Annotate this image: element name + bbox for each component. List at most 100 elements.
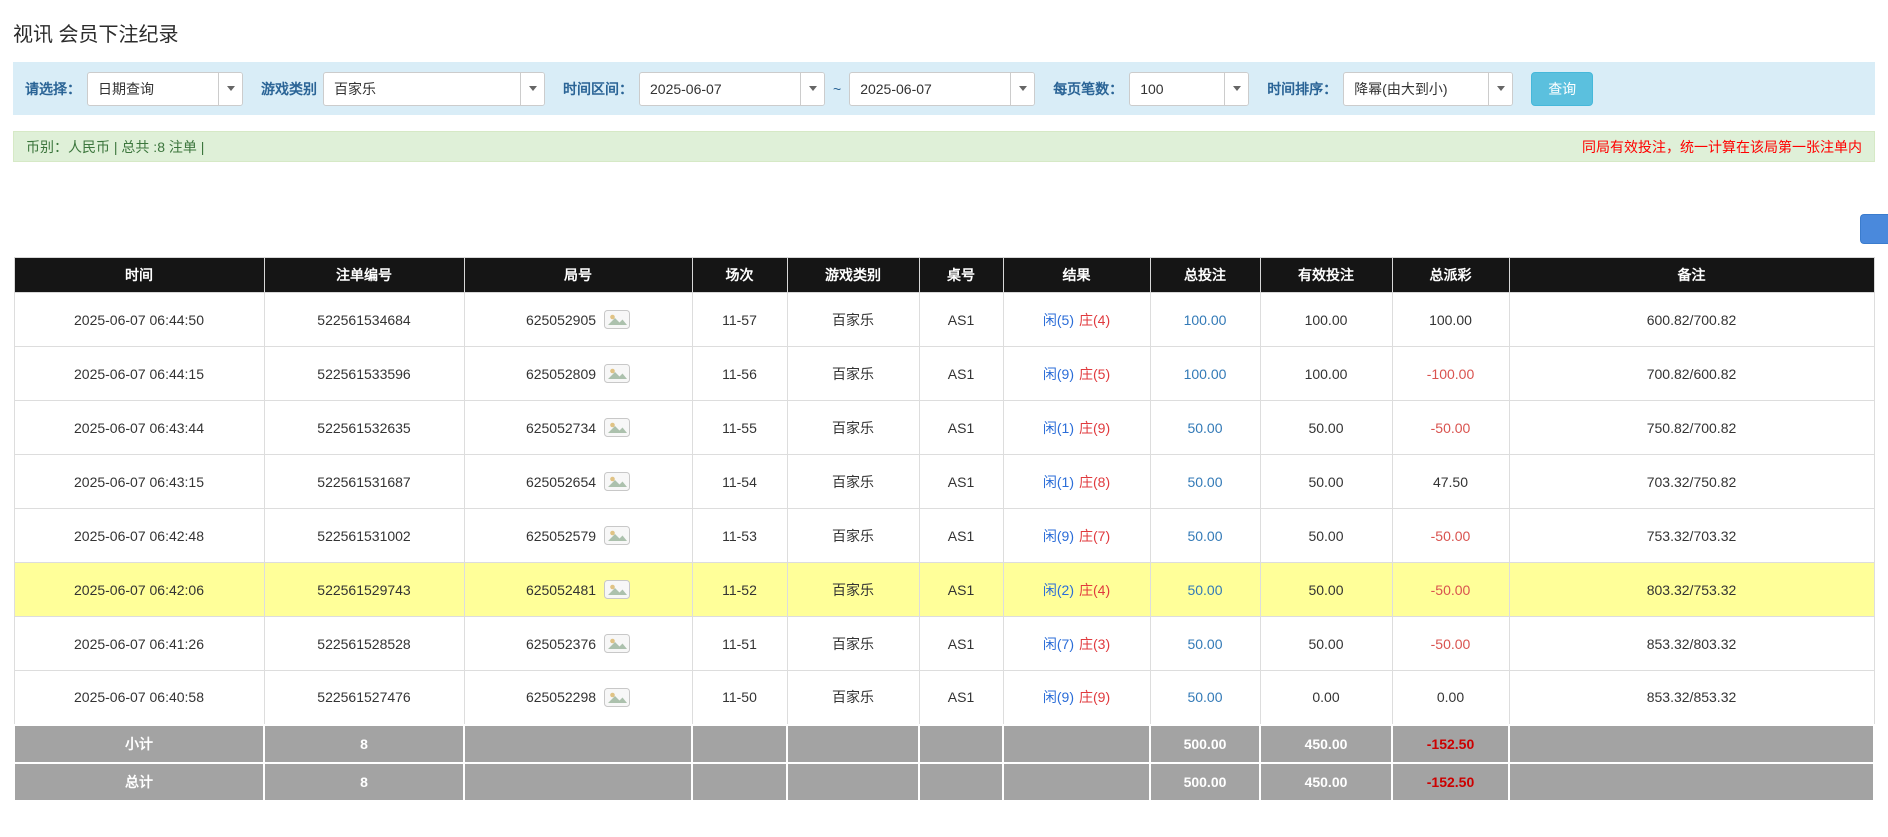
table-row: 2025-06-07 06:41:26 522561528528 6250523… [14,617,1874,671]
chevron-down-icon [1224,73,1248,105]
sort-order-value: 降幂(由大到小) [1344,73,1488,105]
page-size-select[interactable]: 100 [1129,72,1249,106]
valid-bet-cell: 100.00 [1260,293,1392,347]
session-cell: 11-54 [692,455,787,509]
chevron-down-icon [218,73,242,105]
time-cell: 2025-06-07 06:43:15 [14,455,264,509]
chevron-down-icon [1010,73,1034,105]
bet-records-table: 时间注单编号局号场次游戏类别桌号结果总投注有效投注总派彩备注 2025-06-0… [13,257,1875,802]
video-replay-icon[interactable] [604,580,630,599]
summary-label: 小计 [14,725,264,763]
total-bet-link[interactable]: 50.00 [1187,474,1222,490]
video-replay-icon[interactable] [604,418,630,437]
date-from-value: 2025-06-07 [640,73,800,105]
video-replay-icon[interactable] [604,310,630,329]
payout-cell: -50.00 [1392,563,1509,617]
game-type-select[interactable]: 百家乐 [323,72,545,106]
result-cell: 闲(5)庄(4) [1003,293,1150,347]
video-replay-icon[interactable] [604,634,630,653]
total-bet-link[interactable]: 50.00 [1187,689,1222,705]
video-replay-icon[interactable] [604,688,630,707]
column-header: 备注 [1509,258,1874,293]
round-no-cell: 625052905 [464,293,692,347]
video-replay-icon[interactable] [604,364,630,383]
total-bet-cell: 50.00 [1150,401,1260,455]
table-no-cell: AS1 [919,617,1003,671]
summary-valid-bet: 450.00 [1260,763,1392,801]
note-cell: 853.32/853.32 [1509,671,1874,725]
game-type-cell: 百家乐 [787,347,919,401]
table-no-cell: AS1 [919,671,1003,725]
column-header: 总投注 [1150,258,1260,293]
total-bet-link[interactable]: 100.00 [1184,312,1227,328]
total-bet-link[interactable]: 50.00 [1187,528,1222,544]
round-no-cell: 625052809 [464,347,692,401]
game-type-label: 游戏类别 [261,79,317,99]
query-type-select[interactable]: 日期查询 [87,72,243,106]
info-bar: 币别：人民币 | 总共 :8 注单 | 同局有效投注，统一计算在该局第一张注单内 [13,131,1875,162]
chevron-down-icon [800,73,824,105]
result-banker: 庄(3) [1079,636,1110,652]
toolbar-row [13,214,1875,244]
page-title: 视讯 会员下注纪录 [13,18,1875,47]
bet-no-cell: 522561534684 [264,293,464,347]
result-player: 闲(9) [1043,366,1074,382]
table-no-cell: AS1 [919,347,1003,401]
result-banker: 庄(9) [1079,420,1110,436]
date-from-input[interactable]: 2025-06-07 [639,72,825,106]
result-cell: 闲(7)庄(3) [1003,617,1150,671]
game-type-cell: 百家乐 [787,455,919,509]
total-bet-link[interactable]: 50.00 [1187,636,1222,652]
video-replay-icon[interactable] [604,526,630,545]
bet-no-cell: 522561531002 [264,509,464,563]
video-replay-icon[interactable] [604,472,630,491]
total-bet-cell: 100.00 [1150,293,1260,347]
valid-bet-cell: 100.00 [1260,347,1392,401]
round-no: 625052654 [526,474,596,490]
result-cell: 闲(9)庄(5) [1003,347,1150,401]
column-header: 场次 [692,258,787,293]
column-header: 有效投注 [1260,258,1392,293]
search-button[interactable]: 查询 [1531,72,1593,106]
total-bet-link[interactable]: 50.00 [1187,582,1222,598]
table-row: 2025-06-07 06:40:58 522561527476 6250522… [14,671,1874,725]
total-bet-link[interactable]: 50.00 [1187,420,1222,436]
note-cell: 853.32/803.32 [1509,617,1874,671]
total-bet-cell: 50.00 [1150,563,1260,617]
result-banker: 庄(9) [1079,689,1110,705]
partial-edge-button[interactable] [1860,214,1888,244]
page-size-label: 每页笔数： [1053,79,1123,99]
summary-payout: -152.50 [1392,725,1509,763]
query-type-label: 请选择： [25,79,81,99]
table-no-cell: AS1 [919,563,1003,617]
payout-cell: -50.00 [1392,401,1509,455]
sort-order-select[interactable]: 降幂(由大到小) [1343,72,1513,106]
table-row: 2025-06-07 06:44:50 522561534684 6250529… [14,293,1874,347]
payout-cell: 47.50 [1392,455,1509,509]
round-no-cell: 625052481 [464,563,692,617]
round-no: 625052734 [526,420,596,436]
column-header: 游戏类别 [787,258,919,293]
summary-row: 总计 8 500.00 450.00 -152.50 [14,763,1874,801]
payout-cell: -50.00 [1392,509,1509,563]
summary-payout: -152.50 [1392,763,1509,801]
result-banker: 庄(7) [1079,528,1110,544]
sort-order-label: 时间排序： [1267,79,1337,99]
date-to-input[interactable]: 2025-06-07 [849,72,1035,106]
total-bet-cell: 50.00 [1150,671,1260,725]
result-banker: 庄(8) [1079,474,1110,490]
summary-valid-bet: 450.00 [1260,725,1392,763]
time-cell: 2025-06-07 06:42:06 [14,563,264,617]
total-bet-cell: 50.00 [1150,617,1260,671]
result-banker: 庄(4) [1079,582,1110,598]
total-bet-link[interactable]: 100.00 [1184,366,1227,382]
round-no: 625052905 [526,312,596,328]
time-cell: 2025-06-07 06:43:44 [14,401,264,455]
table-row: 2025-06-07 06:42:06 522561529743 6250524… [14,563,1874,617]
result-cell: 闲(9)庄(7) [1003,509,1150,563]
table-no-cell: AS1 [919,509,1003,563]
result-player: 闲(1) [1043,420,1074,436]
round-no: 625052809 [526,366,596,382]
result-cell: 闲(9)庄(9) [1003,671,1150,725]
table-no-cell: AS1 [919,455,1003,509]
